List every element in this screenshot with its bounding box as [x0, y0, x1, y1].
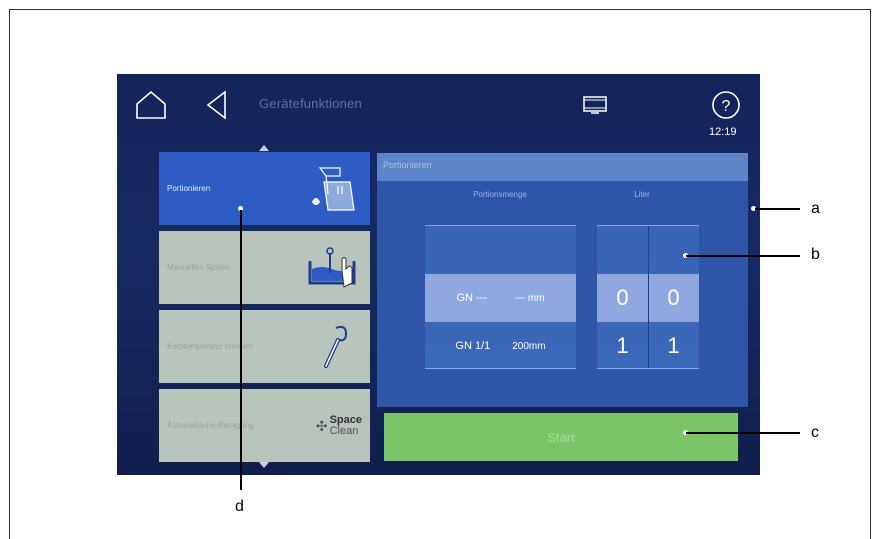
home-icon[interactable] — [135, 90, 167, 120]
gn-row-next[interactable]: GN 1/1 200mm — [425, 322, 576, 370]
display-monitor-icon[interactable] — [583, 96, 607, 114]
gn-size: GN 1/1 — [455, 340, 491, 352]
callout-line-b — [686, 255, 800, 257]
gn-depth: 200mm — [512, 340, 546, 352]
portioning-bin-icon — [312, 167, 355, 211]
liter-digit-1: 1 — [616, 333, 629, 358]
scroll-down-arrow-icon[interactable] — [259, 462, 269, 468]
gn-depth: --- mm — [515, 292, 545, 304]
callout-line-c — [686, 432, 800, 434]
liter-digit-1: 0 — [616, 285, 629, 310]
sidebar-item-label: Portionieren — [167, 183, 211, 193]
sidebar-item-label: Kerntemperatur messen — [167, 341, 253, 351]
back-triangle-icon[interactable] — [205, 90, 227, 120]
help-question-icon[interactable]: ? — [711, 90, 741, 120]
screen-title: Gerätefunktionen — [259, 96, 362, 111]
top-bar: Gerätefunktionen ? 12:19 — [117, 74, 760, 150]
start-label: Start — [547, 429, 575, 445]
callout-label-b: b — [811, 246, 820, 263]
liter-roller[interactable]: 0 0 1 1 — [597, 225, 699, 369]
sidebar-item-label: Automatische Reinigung — [167, 420, 254, 430]
col-head-liter: Liter — [634, 190, 650, 199]
gn-size: GN --- — [456, 292, 488, 304]
callout-line-d — [240, 210, 242, 490]
panel-title: Portionieren — [383, 160, 432, 170]
gn-size-roller[interactable]: GN --- --- mm GN 1/1 200mm — [425, 225, 576, 369]
sidebar-item-automatische-reinigung[interactable]: Automatische Reinigung ✣ Space Clean — [159, 389, 370, 462]
start-button[interactable]: Start — [384, 413, 738, 461]
sidebar-item-portionieren[interactable]: Portionieren — [159, 152, 370, 225]
liter-row-next[interactable]: 1 1 — [597, 322, 699, 370]
device-screen: Gerätefunktionen ? 12:19 Portionieren Ma… — [117, 74, 760, 475]
liter-digit-2: 0 — [667, 285, 680, 310]
spaceclean-icon: ✣ Space Clean — [315, 414, 362, 437]
sidebar-item-kerntemperatur[interactable]: Kerntemperatur messen — [159, 310, 370, 383]
callout-line-a — [755, 208, 800, 210]
callout-label-a: a — [811, 200, 820, 217]
sidebar-item-label: Manuelles Spülen — [167, 262, 231, 272]
sidebar-item-manuelles-spuelen[interactable]: Manuelles Spülen — [159, 231, 370, 304]
clock: 12:19 — [709, 126, 737, 138]
panel-header: Portionieren — [377, 153, 748, 181]
core-temp-probe-icon — [324, 325, 348, 368]
portion-panel: Portionieren Portionsmenge Liter GN --- … — [377, 153, 748, 407]
liter-row-selected[interactable]: 0 0 — [597, 274, 699, 322]
manual-rinse-icon — [308, 247, 356, 288]
spaceclean-line2: Clean — [329, 425, 359, 437]
callout-label-d: d — [235, 498, 244, 515]
col-head-portionsmenge: Portionsmenge — [473, 190, 527, 199]
callout-label-c: c — [811, 424, 819, 441]
help-glyph: ? — [722, 98, 731, 115]
scroll-up-arrow-icon[interactable] — [259, 145, 269, 151]
gn-row-selected[interactable]: GN --- --- mm — [425, 274, 576, 322]
liter-digit-2: 1 — [667, 333, 680, 358]
